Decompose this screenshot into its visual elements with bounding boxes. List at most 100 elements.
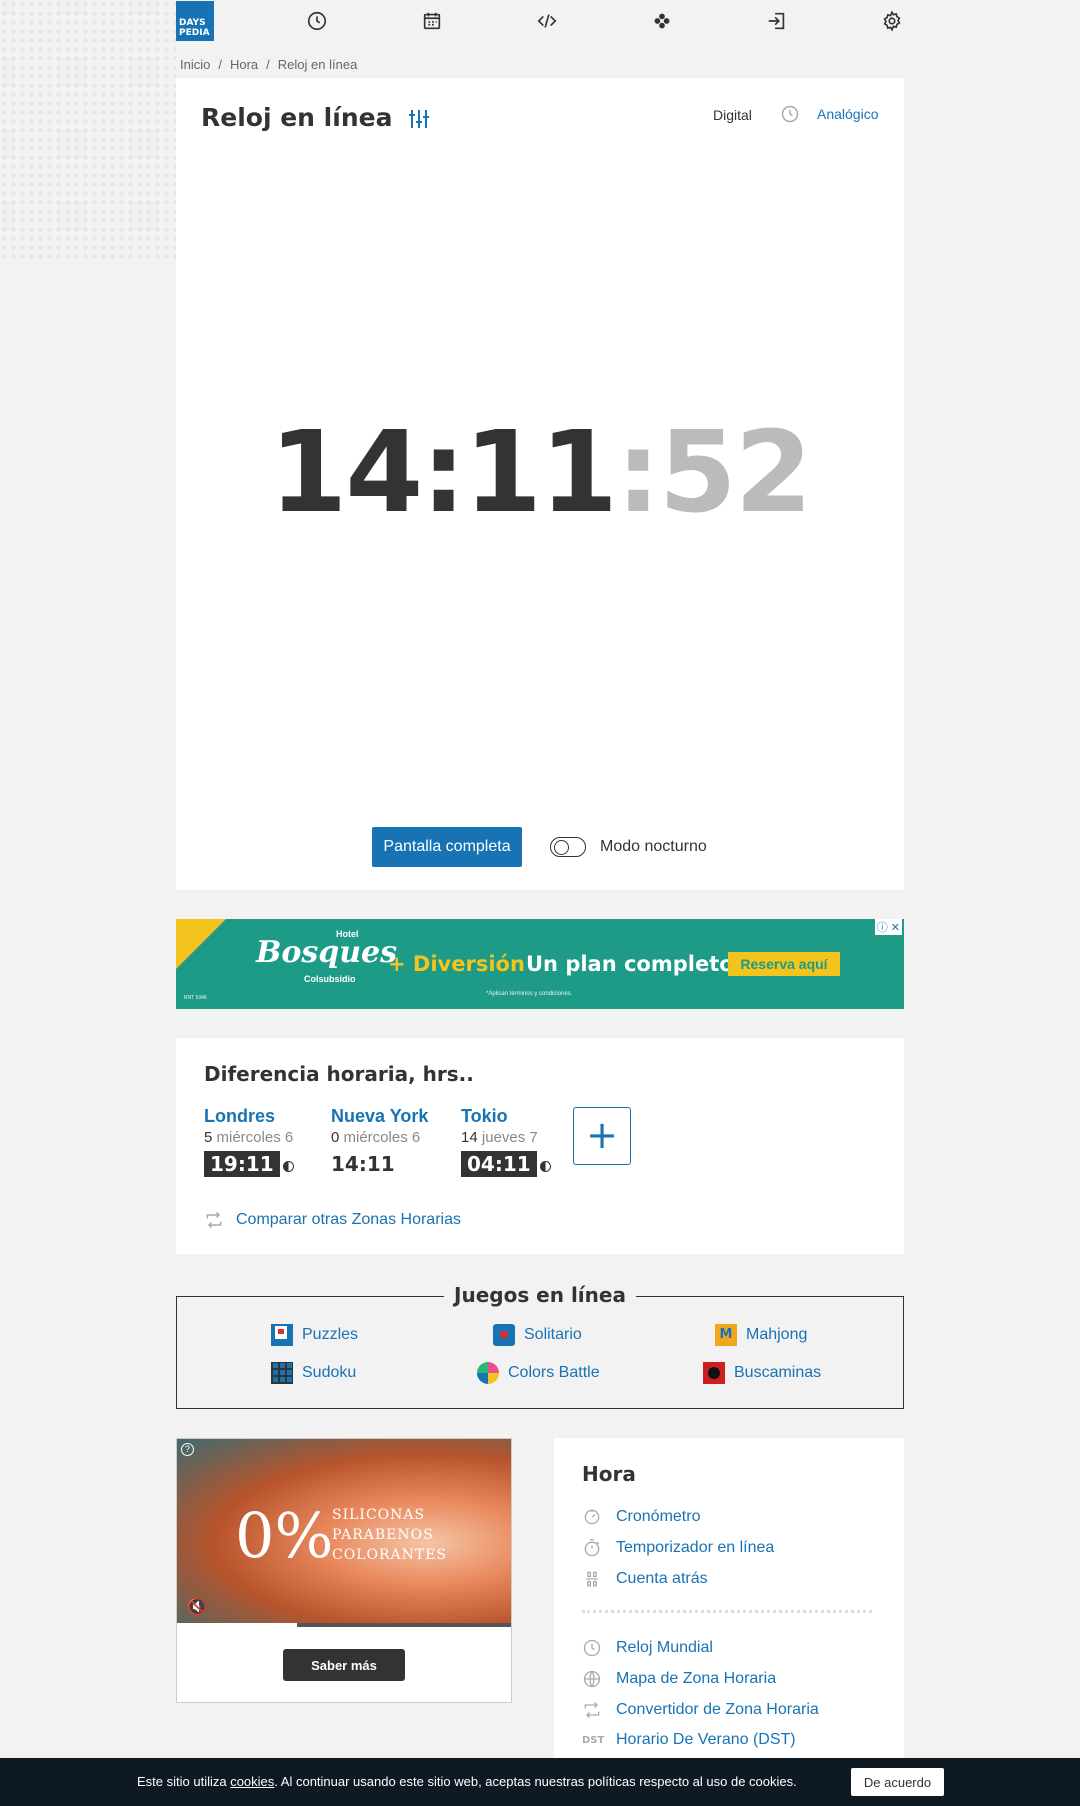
nav-games-icon[interactable] xyxy=(650,9,674,33)
game-colors-battle[interactable]: Colors Battle xyxy=(477,1362,600,1384)
ad-fine-print: *Aplican términos y condiciones. xyxy=(486,991,573,997)
game-label: Colors Battle xyxy=(508,1364,600,1381)
link-label: Mapa de Zona Horaria xyxy=(616,1670,777,1687)
game-label: Mahjong xyxy=(746,1326,808,1343)
digital-clock: 14:11:52 xyxy=(176,408,904,538)
night-mode-toggle[interactable] xyxy=(550,837,586,857)
muted-speaker-icon[interactable]: 🔇 xyxy=(187,1597,207,1617)
clock-card: Reloj en línea Digital Analógico 14:11:5… xyxy=(176,78,904,890)
game-label: Buscaminas xyxy=(734,1364,822,1381)
page-title: Reloj en línea xyxy=(201,103,393,132)
stopwatch-icon xyxy=(584,1509,600,1525)
link-world-clock[interactable]: Reloj Mundial xyxy=(582,1638,713,1658)
game-minesweeper[interactable]: Buscaminas xyxy=(703,1362,821,1384)
ad-brand-small: Hotel xyxy=(336,929,359,939)
link-label: Temporizador en línea xyxy=(616,1539,775,1556)
banner-ad[interactable]: Hotel Bosques Colsubsidio + Diversión Un… xyxy=(176,919,904,1009)
nav-settings-gear-icon[interactable] xyxy=(880,9,904,33)
adchoices-close-icon[interactable]: ⓘ ✕ xyxy=(874,919,902,935)
city-day: jueves 7 xyxy=(481,1129,538,1146)
ad-brand: Hotel Bosques xyxy=(256,929,397,970)
city-offset-day: 0 miércoles 6 xyxy=(331,1129,428,1146)
online-games-box: Juegos en línea Puzzles ♥ Solitario M Ma… xyxy=(176,1283,904,1409)
video-ad[interactable]: ? 0% SILICONAS PARABENOS COLORANTES 🔇 Sa… xyxy=(176,1438,512,1703)
city-tokyo[interactable]: Tokio 14 jueves 7 04:11 xyxy=(461,1106,551,1177)
help-icon[interactable]: ? xyxy=(181,1443,194,1456)
link-timer[interactable]: Temporizador en línea xyxy=(582,1538,774,1558)
nav-clock-icon[interactable] xyxy=(305,9,329,33)
learn-more-button[interactable]: Saber más xyxy=(283,1649,405,1681)
compare-label: Comparar otras Zonas Horarias xyxy=(236,1211,461,1228)
link-label: Cuenta atrás xyxy=(616,1570,708,1587)
city-time: 04:11 xyxy=(461,1151,537,1177)
clock-icon xyxy=(583,1639,601,1657)
analog-clock-icon xyxy=(780,104,800,129)
games-title: Juegos en línea xyxy=(444,1283,636,1307)
accept-cookies-button[interactable]: De acuerdo xyxy=(851,1768,944,1796)
city-london[interactable]: Londres 5 miércoles 6 19:11 xyxy=(204,1106,294,1177)
video-progress-fill xyxy=(177,1623,298,1627)
cookie-bar: Este sitio utiliza cookies. Al continuar… xyxy=(0,1758,1080,1806)
convert-icon xyxy=(584,1702,600,1718)
ad-plan-text: Un plan completo xyxy=(526,952,734,976)
ad-brand-sub: Colsubsidio xyxy=(304,974,356,984)
game-sudoku[interactable]: Sudoku xyxy=(271,1362,356,1384)
mode-analog-link[interactable]: Analógico xyxy=(817,106,879,122)
dayspedia-logo[interactable]: DAYS PEDIA xyxy=(176,1,214,41)
city-name[interactable]: Tokio xyxy=(461,1106,551,1127)
link-label: Reloj Mundial xyxy=(616,1639,713,1656)
mahjong-icon: M xyxy=(715,1324,737,1346)
fullscreen-button[interactable]: Pantalla completa xyxy=(372,827,522,867)
puzzles-icon xyxy=(271,1324,293,1346)
city-offset: 14 xyxy=(461,1129,478,1146)
nav-code-icon[interactable] xyxy=(535,9,559,33)
game-solitaire[interactable]: ♥ Solitario xyxy=(493,1324,582,1346)
link-timezone-map[interactable]: Mapa de Zona Horaria xyxy=(582,1669,776,1689)
colors-battle-icon xyxy=(477,1362,499,1384)
city-day: miércoles 6 xyxy=(216,1129,294,1146)
video-ad-line: SILICONAS xyxy=(332,1507,426,1523)
video-frame[interactable]: ? 0% SILICONAS PARABENOS COLORANTES 🔇 xyxy=(177,1439,511,1627)
breadcrumb-home[interactable]: Inicio xyxy=(180,57,210,72)
settings-sliders-icon[interactable] xyxy=(408,108,430,135)
compare-timezones-link[interactable]: Comparar otras Zonas Horarias xyxy=(204,1210,461,1230)
city-new-york[interactable]: Nueva York 0 miércoles 6 14:11 xyxy=(331,1106,428,1177)
video-ad-text: SILICONAS PARABENOS COLORANTES xyxy=(332,1505,447,1565)
city-time: 14:11 xyxy=(331,1152,395,1176)
city-name[interactable]: Londres xyxy=(204,1106,294,1127)
time-difference-title: Diferencia horaria, hrs.. xyxy=(204,1062,474,1086)
games-title-wrap: Juegos en línea xyxy=(177,1283,903,1307)
half-moon-icon xyxy=(282,1161,294,1173)
breadcrumb-hora[interactable]: Hora xyxy=(230,57,258,72)
link-dst[interactable]: DST Horario De Verano (DST) xyxy=(582,1731,796,1749)
add-city-button[interactable]: + xyxy=(573,1107,631,1165)
city-name[interactable]: Nueva York xyxy=(331,1106,428,1127)
sudoku-grid-icon xyxy=(271,1362,293,1384)
cookie-link[interactable]: cookies xyxy=(230,1774,274,1789)
nav-calendar-icon[interactable] xyxy=(420,9,444,33)
hora-title: Hora xyxy=(582,1462,636,1486)
video-progress-bar[interactable] xyxy=(177,1623,511,1627)
link-countdown[interactable]: Cuenta atrás xyxy=(582,1569,708,1589)
ad-yellow-corner xyxy=(176,919,226,969)
breadcrumb: Inicio / Hora / Reloj en línea xyxy=(180,57,358,72)
game-label: Puzzles xyxy=(302,1326,359,1343)
countdown-icon xyxy=(586,1571,598,1587)
game-puzzles[interactable]: Puzzles xyxy=(271,1324,358,1346)
time-difference-card: Diferencia horaria, hrs.. Londres 5 miér… xyxy=(176,1038,904,1254)
game-mahjong[interactable]: M Mahjong xyxy=(715,1324,807,1346)
compare-arrows-icon xyxy=(206,1211,222,1229)
ad-plus-text: + Diversión xyxy=(388,952,525,976)
cookie-message: Este sitio utiliza cookies. Al continuar… xyxy=(137,1774,797,1789)
background-dots xyxy=(0,0,176,260)
link-timezone-converter[interactable]: Convertidor de Zona Horaria xyxy=(582,1700,819,1720)
ad-cta-button[interactable]: Reserva aquí xyxy=(728,952,840,976)
mode-digital[interactable]: Digital xyxy=(713,107,752,123)
dst-icon: DST xyxy=(582,1734,605,1746)
link-stopwatch[interactable]: Cronómetro xyxy=(582,1507,700,1527)
divider xyxy=(582,1610,872,1613)
top-nav: DAYS PEDIA xyxy=(176,0,904,42)
link-label: Cronómetro xyxy=(616,1508,701,1525)
nav-login-icon[interactable] xyxy=(765,9,789,33)
hora-links-card: Hora Cronómetro Temporizador en línea Cu… xyxy=(554,1438,904,1768)
